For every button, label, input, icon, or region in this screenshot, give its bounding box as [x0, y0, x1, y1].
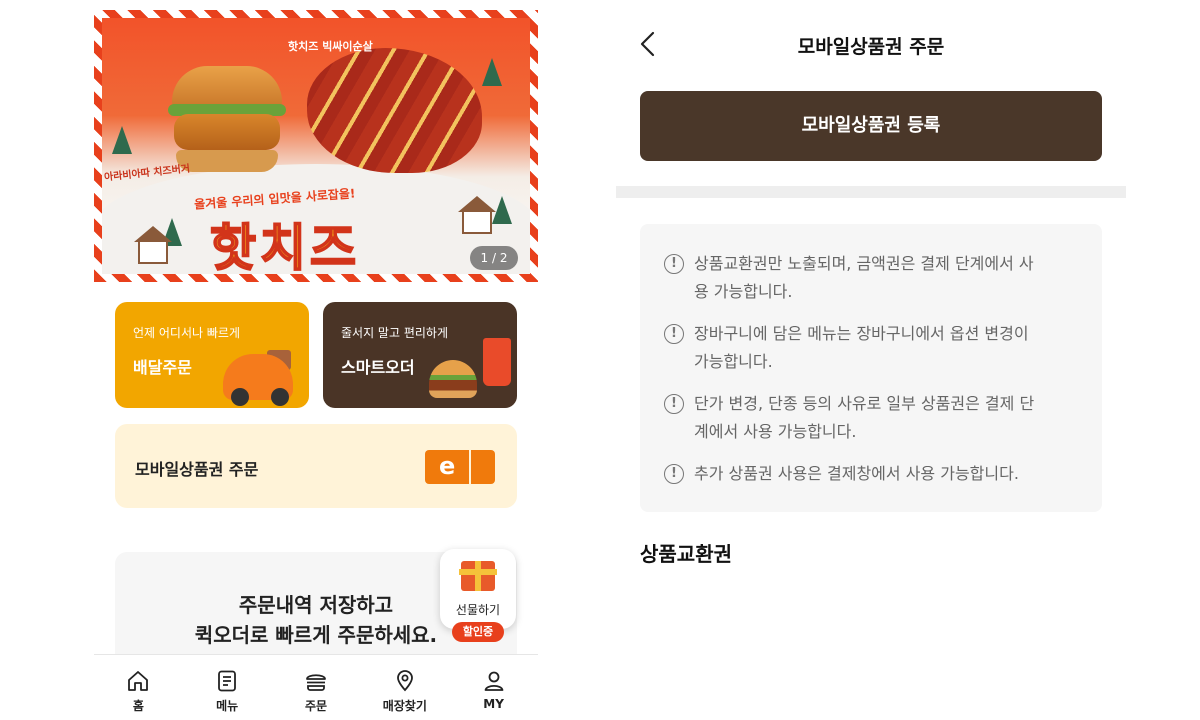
smart-title: 스마트오더: [341, 358, 415, 377]
promo-banner[interactable]: 핫치즈 빅싸이순살 아라비아따 치즈버거 올겨울 우리의 입맛을 사로잡을! 핫…: [94, 10, 538, 282]
smart-order-card[interactable]: 줄서지 말고 편리하게 스마트오더: [323, 302, 517, 408]
burger-icon: [306, 674, 326, 691]
tab-label: MY: [483, 697, 504, 711]
tab-label: 홈: [132, 699, 144, 713]
gift-label: 선물하기: [455, 603, 501, 617]
section-title: 상품교환권: [640, 542, 732, 566]
drink-icon: [483, 338, 511, 386]
notice-item: ! 추가 상품권 사용은 결제창에서 사용 가능합니다.: [664, 460, 1074, 488]
register-voucher-button[interactable]: 모바일상품권 등록: [640, 91, 1102, 161]
notice-line: 단가 변경, 단종 등의 사유로 일부 상품권은 결제 단: [694, 394, 1035, 413]
tab-my[interactable]: MY: [449, 655, 538, 720]
banner-image: 핫치즈 빅싸이순살 아라비아따 치즈버거 올겨울 우리의 입맛을 사로잡을! 핫…: [102, 18, 530, 274]
section-divider: [616, 186, 1126, 198]
tab-order[interactable]: 주문: [272, 655, 361, 720]
menu-icon: [218, 670, 237, 692]
notice-box: ! 상품교환권만 노출되며, 금액권은 결제 단계에서 사 용 가능합니다. !…: [640, 224, 1102, 512]
mobile-voucher-card[interactable]: 모바일상품권 주문 e: [115, 424, 517, 508]
delivery-order-card[interactable]: 언제 어디서나 빠르게 배달주문: [115, 302, 309, 408]
sale-badge: 할인중: [452, 622, 504, 642]
home-icon: [128, 671, 149, 691]
exclamation-circle-icon: !: [664, 394, 684, 414]
page-title: 모바일상품권 주문: [797, 36, 945, 58]
notice-line: 계에서 사용 가능합니다.: [694, 422, 857, 441]
mobile-voucher-title: 모바일상품권 주문: [135, 460, 259, 479]
notice-line: 추가 상품권 사용은 결제창에서 사용 가능합니다.: [694, 464, 1019, 483]
exclamation-circle-icon: !: [664, 464, 684, 484]
banner-product-name: 핫치즈 빅싸이순살: [288, 40, 373, 53]
notice-line: 상품교환권만 노출되며, 금액권은 결제 단계에서 사: [694, 254, 1034, 273]
notice-line: 장바구니에 담은 메뉴는 장바구니에서 옵션 변경이: [694, 324, 1029, 343]
delivery-title: 배달주문: [133, 358, 192, 377]
notice-item: ! 단가 변경, 단종 등의 사유로 일부 상품권은 결제 단 계에서 사용 가…: [664, 390, 1074, 446]
home-screen: 핫치즈 빅싸이순살 아라비아따 치즈버거 올겨울 우리의 입맛을 사로잡을! 핫…: [94, 0, 538, 720]
tab-label: 주문: [304, 699, 328, 713]
tab-label: 메뉴: [216, 699, 239, 713]
burger-image: [168, 66, 286, 176]
burger-icon: [429, 360, 477, 398]
exclamation-circle-icon: !: [664, 254, 684, 274]
location-pin-icon: [396, 670, 413, 692]
house-icon: [458, 196, 496, 234]
chicken-image: [307, 48, 482, 173]
notice-item: ! 장바구니에 담은 메뉴는 장바구니에서 옵션 변경이 가능합니다.: [664, 320, 1074, 376]
tree-icon: [112, 126, 132, 154]
user-icon: [484, 671, 503, 691]
notice-line: 용 가능합니다.: [694, 282, 793, 301]
e-ticket-icon: e: [425, 450, 495, 484]
tab-label: 매장찾기: [382, 699, 427, 713]
house-icon: [134, 226, 172, 264]
tab-home[interactable]: 홈: [94, 655, 183, 720]
banner-pager: 1 / 2: [470, 246, 518, 270]
banner-headline: 핫치즈: [209, 218, 360, 274]
tab-store-finder[interactable]: 매장찾기: [360, 655, 449, 720]
notice-item: ! 상품교환권만 노출되며, 금액권은 결제 단계에서 사 용 가능합니다.: [664, 250, 1074, 306]
gift-box-icon: [459, 561, 497, 591]
exclamation-circle-icon: !: [664, 324, 684, 344]
mobile-voucher-order-screen: 모바일상품권 주문 모바일상품권 등록 ! 상품교환권만 노출되며, 금액권은 …: [616, 0, 1126, 720]
delivery-caption: 언제 어디서나 빠르게: [133, 326, 240, 340]
smart-caption: 줄서지 말고 편리하게: [341, 326, 448, 340]
tab-menu[interactable]: 메뉴: [183, 655, 272, 720]
notice-line: 가능합니다.: [694, 352, 773, 371]
gift-button[interactable]: 선물하기: [440, 549, 516, 629]
bottom-tab-bar: 홈 메뉴 주문 매장찾기 MY: [94, 654, 538, 720]
tree-icon: [482, 58, 502, 86]
scooter-icon: [223, 354, 293, 406]
